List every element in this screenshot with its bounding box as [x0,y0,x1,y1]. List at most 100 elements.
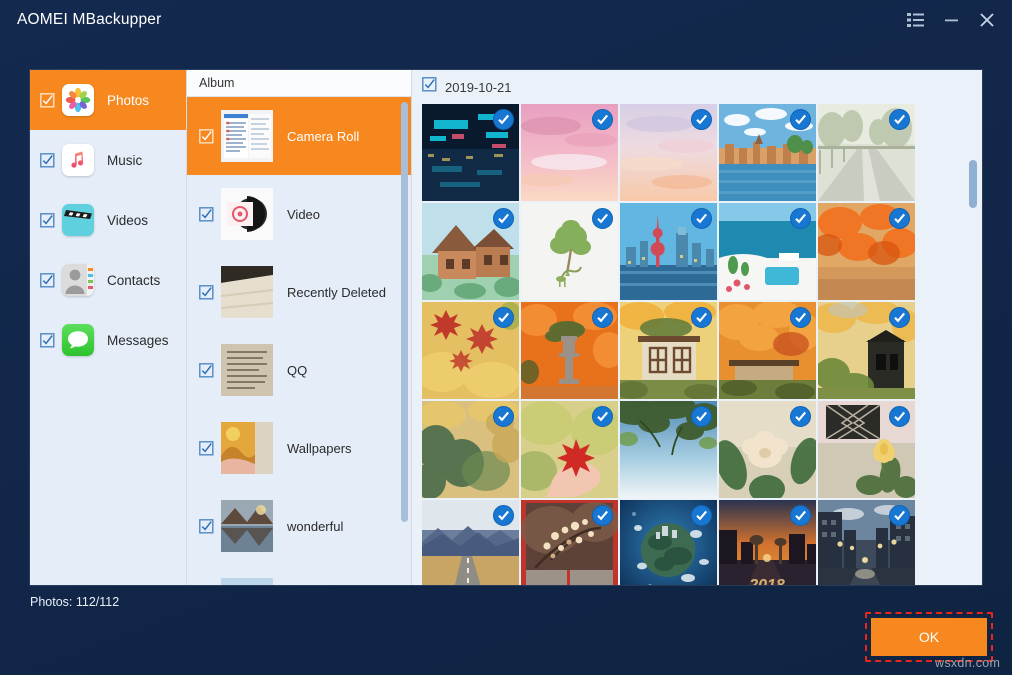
photo-selected-badge[interactable] [691,406,712,427]
photo-thumbnail[interactable] [818,500,915,585]
ok-button[interactable]: OK [871,618,987,656]
photos-icon [62,84,94,116]
photo-thumbnail[interactable] [620,401,717,498]
sidebar-item-contacts[interactable]: Contacts [30,250,186,310]
photo-selected-badge[interactable] [790,505,811,526]
photo-selected-badge[interactable] [592,505,613,526]
photo-thumbnail[interactable] [521,401,618,498]
photo-thumbnail[interactable] [818,401,915,498]
album-item-camera-roll[interactable]: Camera Roll [187,97,411,175]
photo-thumbnail[interactable] [719,203,816,300]
album-item-qq[interactable]: QQ [187,331,411,409]
photo-thumbnail[interactable] [422,203,519,300]
checkbox-messages[interactable] [36,333,58,348]
checkbox-video[interactable] [195,207,217,222]
album-thumb-wallpapers [221,422,273,474]
photo-selected-badge[interactable] [889,208,910,229]
photo-selected-badge[interactable] [790,208,811,229]
photo-thumbnail[interactable] [521,302,618,399]
photo-selected-badge[interactable] [790,307,811,328]
photo-thumbnail[interactable] [818,104,915,201]
album-list: Camera Roll [187,97,411,585]
album-label-wonderful: wonderful [287,519,343,534]
sidebar-label-contacts: Contacts [107,273,160,288]
menu-list-icon[interactable] [898,5,932,35]
photo-selected-badge[interactable] [790,406,811,427]
photo-selected-badge[interactable] [790,109,811,130]
album-item-video[interactable]: Video [187,175,411,253]
album-item-wonderful[interactable]: wonderful [187,487,411,565]
photo-selected-badge[interactable] [493,307,514,328]
sidebar-item-music[interactable]: Music [30,130,186,190]
album-scrollbar[interactable] [401,100,408,555]
sidebar-item-photos[interactable]: Photos [30,70,186,130]
photo-selected-badge[interactable] [592,208,613,229]
photo-selected-badge[interactable] [691,109,712,130]
checkbox-contacts[interactable] [36,273,58,288]
checkbox-wallpapers[interactable] [195,441,217,456]
app-title: AOMEI MBackupper [17,11,161,29]
album-label-camera-roll: Camera Roll [287,129,359,144]
checkbox-videos[interactable] [36,213,58,228]
photo-thumbnail[interactable] [620,500,717,585]
album-thumb-video [221,188,273,240]
close-icon[interactable] [970,5,1004,35]
messages-icon [62,324,94,356]
photo-selected-badge[interactable] [691,208,712,229]
watermark: wsxdn.com [935,656,1000,670]
photo-thumbnail[interactable] [719,302,816,399]
grid-scrollbar[interactable] [969,104,977,574]
grid-scrollbar-thumb[interactable] [969,160,977,208]
ok-button-area: OK [865,612,993,662]
photo-selected-badge[interactable] [493,505,514,526]
album-thumb-partial [221,578,273,585]
checkbox-photos[interactable] [36,93,58,108]
photo-selected-badge[interactable] [493,406,514,427]
photo-selected-badge[interactable] [889,109,910,130]
photo-selected-badge[interactable] [889,406,910,427]
sidebar-label-messages: Messages [107,333,169,348]
photo-thumbnail[interactable] [521,203,618,300]
photo-thumbnail[interactable] [422,104,519,201]
photo-selected-badge[interactable] [592,109,613,130]
workspace: Photos Music [30,70,982,585]
checkbox-recently-deleted[interactable] [195,285,217,300]
album-item-recently-deleted[interactable]: Recently Deleted [187,253,411,331]
photo-selected-badge[interactable] [493,208,514,229]
photo-selected-badge[interactable] [691,505,712,526]
photo-thumbnail[interactable] [422,302,519,399]
checkbox-qq[interactable] [195,363,217,378]
photo-selected-badge[interactable] [493,109,514,130]
photo-selected-badge[interactable] [889,505,910,526]
photo-thumbnail[interactable] [620,104,717,201]
photo-thumbnail[interactable] [521,500,618,585]
photo-selected-badge[interactable] [592,307,613,328]
album-label-wallpapers: Wallpapers [287,441,352,456]
sidebar-item-videos[interactable]: Videos [30,190,186,250]
photo-thumbnail[interactable] [422,401,519,498]
photo-thumbnail[interactable] [521,104,618,201]
checkbox-wonderful[interactable] [195,519,217,534]
photo-selected-badge[interactable] [691,307,712,328]
checkbox-camera-roll[interactable] [195,129,217,144]
photo-thumbnail[interactable]: 2018 [719,500,816,585]
checkbox-music[interactable] [36,153,58,168]
title-bar: AOMEI MBackupper [0,0,1012,40]
minimize-icon[interactable] [934,5,968,35]
album-scrollbar-thumb[interactable] [401,102,408,522]
checkbox-date-group[interactable] [422,77,437,97]
date-group-header: 2019-10-21 [412,70,982,104]
photo-thumbnail[interactable] [422,500,519,585]
photo-thumbnail[interactable] [620,203,717,300]
sidebar-item-messages[interactable]: Messages [30,310,186,370]
album-item-wallpapers[interactable]: Wallpapers [187,409,411,487]
album-item-partial[interactable] [187,565,411,585]
photo-thumbnail[interactable] [620,302,717,399]
photo-selected-badge[interactable] [592,406,613,427]
photo-thumbnail[interactable] [818,302,915,399]
photo-thumbnail[interactable] [719,104,816,201]
photo-thumbnail[interactable] [719,401,816,498]
photo-selected-badge[interactable] [889,307,910,328]
album-panel-header: Album [187,70,411,97]
photo-thumbnail[interactable] [818,203,915,300]
